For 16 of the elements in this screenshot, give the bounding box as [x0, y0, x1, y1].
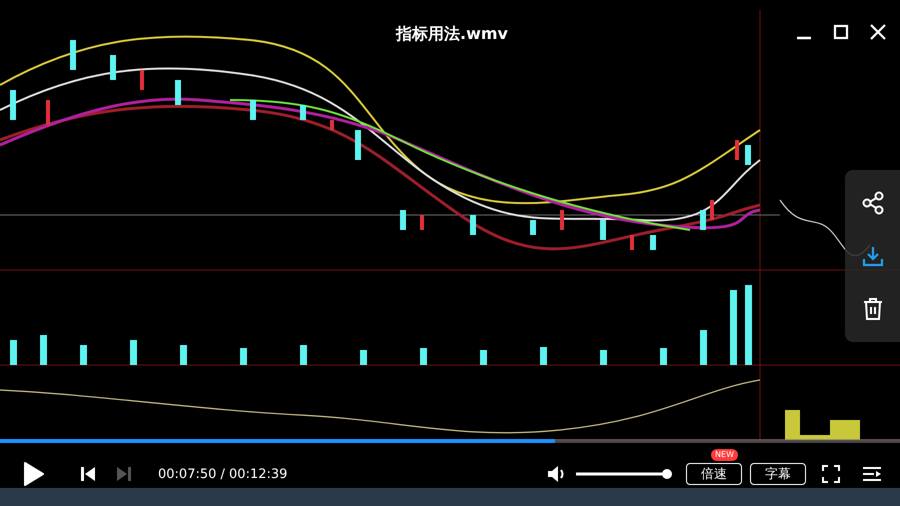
maximize-icon[interactable] [831, 22, 851, 42]
speed-button[interactable]: 倍速 [686, 463, 742, 485]
new-badge: NEW [711, 449, 738, 461]
next-icon[interactable] [116, 466, 132, 482]
delete-icon[interactable] [862, 297, 884, 321]
fullscreen-icon[interactable] [822, 465, 840, 483]
progress-track[interactable] [0, 439, 900, 443]
share-icon[interactable] [860, 191, 884, 215]
close-icon[interactable] [868, 22, 888, 42]
time-display: 00:07:50 / 00:12:39 [158, 466, 288, 482]
video-title: 指标用法.wmv [396, 24, 508, 45]
subtitle-button[interactable]: 字幕 [750, 463, 806, 485]
download-icon[interactable] [862, 245, 884, 267]
playlist-icon[interactable] [862, 466, 882, 482]
play-icon[interactable] [22, 462, 44, 486]
previous-icon[interactable] [80, 466, 96, 482]
